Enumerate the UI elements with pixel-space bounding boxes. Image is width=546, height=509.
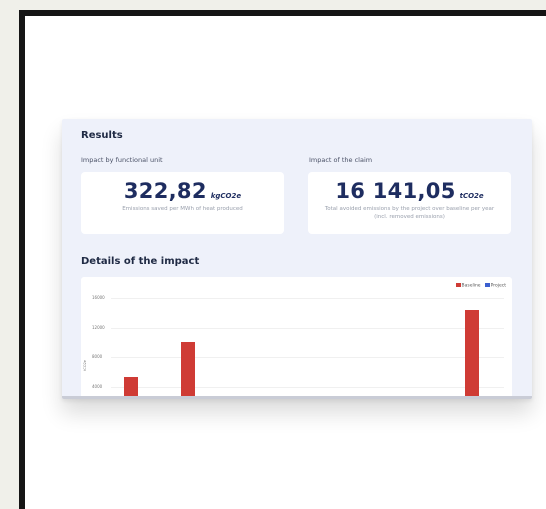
functional-unit-metric: 322,82 kgCO2e Emissions saved per MWh of … bbox=[81, 172, 284, 234]
gridline bbox=[111, 328, 504, 329]
results-title: Results bbox=[81, 130, 123, 141]
claim-metric: 16 141,05 tCO2e Total avoided emissions b… bbox=[308, 172, 511, 234]
y-axis-label: tCO2e bbox=[83, 360, 87, 371]
baseline-bar bbox=[181, 342, 195, 399]
legend-baseline-label: Baseline bbox=[461, 283, 481, 289]
y-tick-label: 8000 bbox=[92, 354, 103, 359]
legend-baseline[interactable]: Baseline bbox=[455, 283, 481, 289]
impact-chart: Baseline Project 16000 12000 8000 4000 t… bbox=[81, 277, 512, 399]
y-tick-label: 4000 bbox=[92, 384, 103, 389]
claim-description: Total avoided emissions by the project o… bbox=[324, 206, 495, 220]
gridline bbox=[111, 357, 504, 358]
gridline bbox=[111, 298, 504, 299]
chart-legend: Baseline Project bbox=[455, 283, 506, 289]
baseline-bar bbox=[465, 309, 479, 399]
canvas: Results Impact by functional unit Impact… bbox=[25, 16, 546, 509]
project-swatch bbox=[484, 283, 490, 287]
functional-unit-value: 322,82 bbox=[123, 179, 207, 203]
gridline bbox=[111, 387, 504, 388]
baseline-swatch bbox=[455, 283, 461, 287]
screenshot-frame: Results Impact by functional unit Impact… bbox=[19, 10, 546, 509]
y-tick-label: 12000 bbox=[92, 325, 105, 330]
card-bottom-edge bbox=[62, 396, 532, 399]
functional-unit-description: Emissions saved per MWh of heat produced bbox=[122, 206, 243, 212]
legend-project-label: Project bbox=[490, 283, 506, 289]
y-tick-label: 16000 bbox=[92, 295, 105, 300]
results-card: Results Impact by functional unit Impact… bbox=[62, 119, 532, 399]
legend-project[interactable]: Project bbox=[484, 283, 506, 289]
functional-unit-label: Impact by functional unit bbox=[81, 156, 163, 164]
details-title: Details of the impact bbox=[81, 256, 200, 267]
claim-value: 16 141,05 bbox=[335, 179, 456, 203]
claim-label: Impact of the claim bbox=[309, 156, 373, 164]
claim-unit: tCO2e bbox=[459, 192, 484, 200]
functional-unit-unit: kgCO2e bbox=[210, 192, 242, 200]
